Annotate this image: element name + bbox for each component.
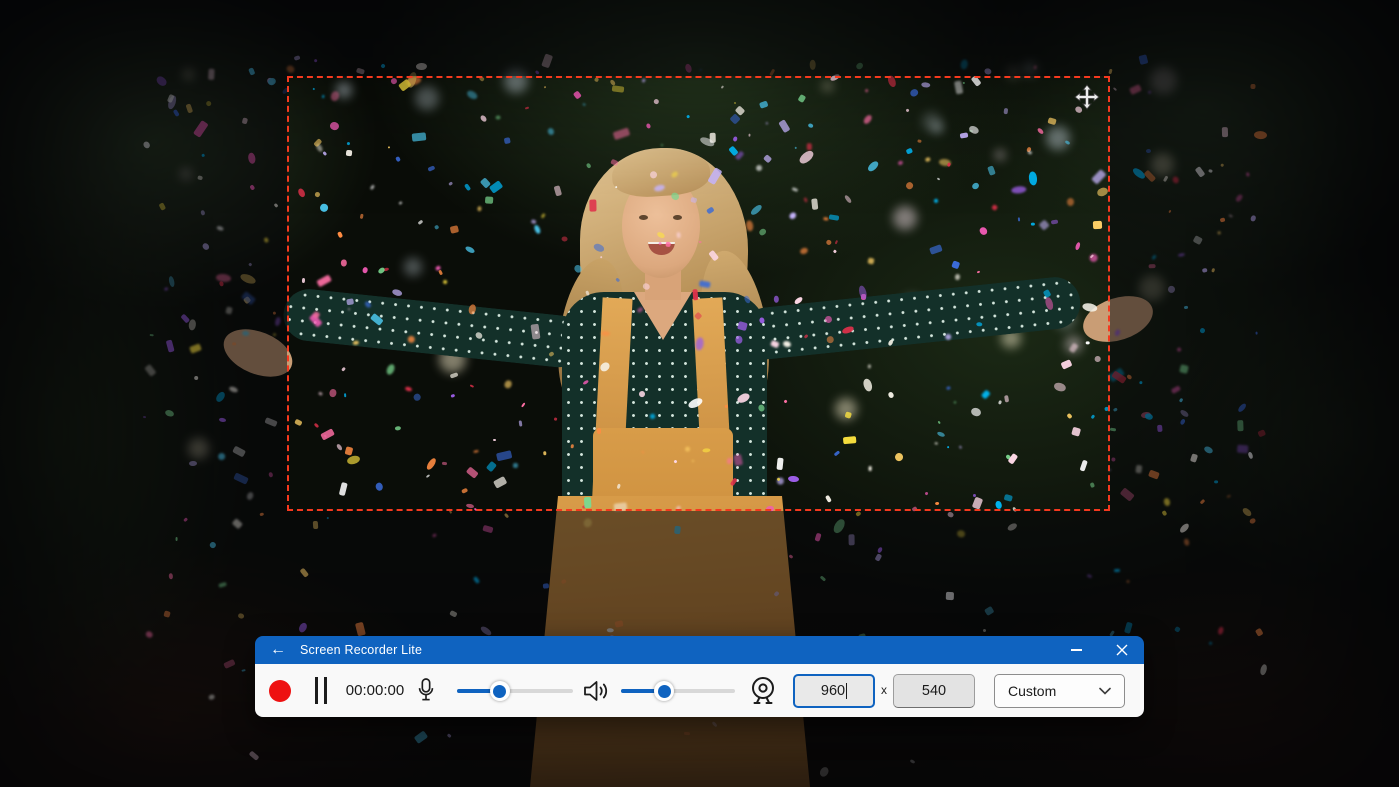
preset-dropdown[interactable]: Custom <box>994 674 1125 708</box>
webcam-icon <box>749 676 777 706</box>
microphone-icon <box>415 676 437 704</box>
system-volume-thumb[interactable] <box>654 681 674 701</box>
width-input[interactable]: 960 <box>793 674 875 708</box>
width-value: 960 <box>821 683 845 699</box>
recorder-controls: 00:00:00 <box>255 664 1144 717</box>
system-volume-slider[interactable] <box>621 681 735 701</box>
pause-icon <box>315 677 318 704</box>
recorder-window: ← Screen Recorder Lite 00:00:00 <box>255 636 1144 717</box>
pause-icon <box>324 677 327 704</box>
webcam-toggle[interactable] <box>749 676 777 709</box>
dimension-separator: x <box>877 683 891 697</box>
mic-volume-slider[interactable] <box>457 681 573 701</box>
close-icon <box>1116 644 1128 656</box>
text-caret <box>846 683 847 699</box>
window-title: Screen Recorder Lite <box>300 643 422 657</box>
chevron-down-icon <box>1099 687 1111 695</box>
height-value: 540 <box>922 683 946 699</box>
timer-display: 00:00:00 <box>343 682 407 699</box>
speaker-toggle[interactable] <box>582 679 612 706</box>
preset-selected-label: Custom <box>1008 683 1099 699</box>
pause-button[interactable] <box>310 677 332 704</box>
close-button[interactable] <box>1099 636 1144 664</box>
window-controls <box>1054 636 1144 664</box>
titlebar[interactable]: ← Screen Recorder Lite <box>255 636 1144 664</box>
microphone-toggle[interactable] <box>415 676 437 707</box>
capture-region[interactable] <box>287 76 1110 511</box>
record-button[interactable] <box>269 680 291 702</box>
mic-volume-thumb[interactable] <box>490 681 510 701</box>
minimize-icon <box>1071 649 1082 651</box>
speaker-icon <box>582 679 612 703</box>
height-input[interactable]: 540 <box>893 674 975 708</box>
desktop: ← Screen Recorder Lite 00:00:00 <box>0 0 1399 787</box>
minimize-button[interactable] <box>1054 636 1099 664</box>
back-button[interactable]: ← <box>263 636 293 664</box>
move-icon[interactable] <box>1074 84 1100 110</box>
